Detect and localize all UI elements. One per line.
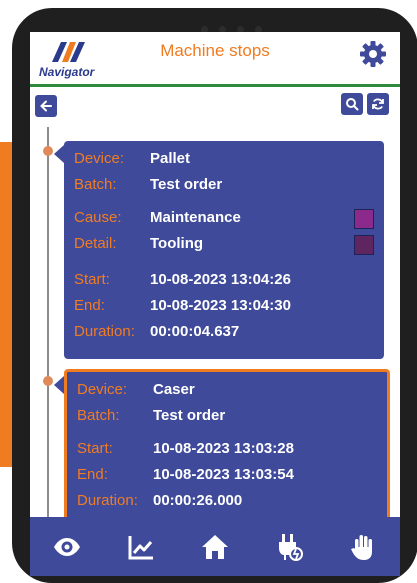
- batch-row: Batch: Test order: [74, 176, 222, 194]
- device-label: Device:: [74, 150, 125, 167]
- toolbar: [30, 87, 400, 127]
- start-label: Start:: [74, 271, 110, 288]
- detail-label: Detail:: [74, 235, 117, 252]
- stops-list: Device: Pallet Batch: Test order Cause: Mai…: [30, 127, 400, 517]
- end-row: End: 10-08-2023 13:03:54: [77, 466, 294, 484]
- timeline-line: [47, 127, 49, 517]
- chart-line-icon[interactable]: [126, 532, 156, 562]
- device-value: Pallet: [150, 150, 191, 167]
- hand-stop-icon[interactable]: [348, 532, 378, 562]
- batch-label: Batch:: [77, 407, 120, 424]
- batch-label: Batch:: [74, 176, 117, 193]
- duration-row: Duration: 00:00:04.637: [74, 323, 239, 341]
- start-row: Start: 10-08-2023 13:04:26: [74, 271, 291, 289]
- batch-value: Test order: [153, 407, 226, 424]
- start-value: 10-08-2023 13:04:26: [150, 271, 291, 288]
- plug-off-icon[interactable]: [274, 532, 304, 562]
- cause-row: Cause: Maintenance: [74, 209, 241, 227]
- duration-row: Duration: 00:00:26.000: [77, 492, 242, 510]
- duration-label: Duration:: [77, 492, 138, 509]
- search-button[interactable]: [341, 93, 363, 115]
- end-row: End: 10-08-2023 13:04:30: [74, 297, 291, 315]
- logo-text: Navigator: [39, 65, 96, 79]
- arrow-left-icon: [40, 100, 52, 112]
- end-label: End:: [77, 466, 108, 483]
- detail-value: Tooling: [150, 235, 204, 252]
- detail-row: Detail: Tooling: [74, 235, 203, 253]
- device-value: Caser: [153, 381, 195, 398]
- end-value: 10-08-2023 13:03:54: [153, 466, 294, 483]
- search-icon: [346, 98, 359, 111]
- batch-row: Batch: Test order: [77, 407, 225, 425]
- detail-color-swatch: [354, 235, 374, 255]
- gear-icon[interactable]: [358, 39, 388, 69]
- home-icon[interactable]: [200, 532, 230, 562]
- timeline-dot: [43, 376, 53, 386]
- stop-card-selected[interactable]: Device: Caser Batch: Test order Start: 10-0…: [54, 369, 390, 517]
- device-row: Device: Pallet: [74, 150, 190, 168]
- cause-label: Cause:: [74, 209, 122, 226]
- timeline-dot: [43, 146, 53, 156]
- eye-icon[interactable]: [52, 532, 82, 562]
- start-label: Start:: [77, 440, 113, 457]
- batch-value: Test order: [150, 176, 223, 193]
- app-header: Navigator Machine stops: [30, 32, 400, 84]
- back-button[interactable]: [35, 95, 57, 117]
- end-value: 10-08-2023 13:04:30: [150, 297, 291, 314]
- start-row: Start: 10-08-2023 13:03:28: [77, 440, 294, 458]
- stop-card[interactable]: Device: Pallet Batch: Test order Cause: Mai…: [54, 141, 384, 359]
- bottom-nav: [30, 517, 400, 576]
- end-label: End:: [74, 297, 105, 314]
- start-value: 10-08-2023 13:03:28: [153, 440, 294, 457]
- device-row: Device: Caser: [77, 381, 195, 399]
- refresh-button[interactable]: [367, 93, 389, 115]
- duration-value: 00:00:04.637: [150, 323, 240, 340]
- app-screen: Navigator Machine stops Device: Pallet B…: [30, 32, 400, 576]
- device-label: Device:: [77, 381, 128, 398]
- page-title: Machine stops: [160, 41, 270, 60]
- refresh-icon: [372, 98, 384, 110]
- cause-value: Maintenance: [150, 209, 241, 226]
- duration-label: Duration:: [74, 323, 135, 340]
- duration-value: 00:00:26.000: [153, 492, 243, 509]
- cause-color-swatch: [354, 209, 374, 229]
